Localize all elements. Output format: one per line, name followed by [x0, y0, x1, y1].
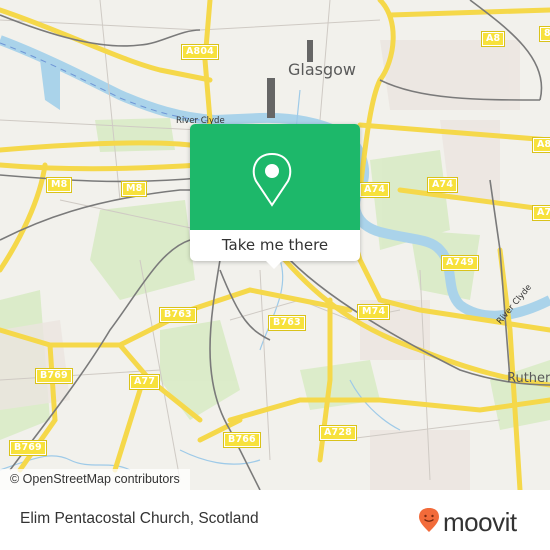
- road-label: A7: [531, 205, 550, 221]
- moovit-wordmark: moovit: [443, 507, 517, 537]
- road-label: M74: [356, 304, 391, 320]
- road-label: M8: [120, 181, 148, 197]
- road-label: A804: [181, 44, 219, 60]
- road: [112, 387, 143, 473]
- railway: [0, 174, 201, 183]
- park-area: [95, 118, 175, 152]
- road: [0, 162, 48, 273]
- road: [0, 162, 203, 172]
- road-label: M8: [45, 177, 73, 193]
- road-label: A8: [480, 31, 506, 47]
- road-label: B766: [223, 432, 261, 448]
- station: [267, 78, 275, 118]
- road-label: B769: [9, 440, 47, 456]
- road-label: A728: [319, 425, 357, 441]
- road-label: B763: [268, 315, 306, 331]
- place-name: Elim Pentacostal Church, Scotland: [20, 510, 259, 527]
- road-label: A8: [531, 137, 550, 153]
- map-attribution[interactable]: © OpenStreetMap contributors: [0, 469, 190, 490]
- road-label: A74: [358, 182, 391, 198]
- town-label: Ruther: [507, 371, 550, 386]
- popup-pointer: [265, 260, 283, 269]
- road: [387, 7, 550, 18]
- take-me-there-button[interactable]: Take me there: [190, 230, 360, 261]
- popup-header: [190, 124, 360, 230]
- city-label: Glasgow: [288, 60, 357, 79]
- road-label: B769: [35, 368, 73, 384]
- station: [307, 40, 313, 62]
- road-label: B763: [159, 307, 197, 323]
- railway: [489, 179, 511, 381]
- moovit-logo[interactable]: moovit: [418, 507, 517, 537]
- road-label: 8: [539, 26, 550, 42]
- location-popup: Take me there: [190, 124, 360, 269]
- road-label: A74: [426, 177, 459, 193]
- map-pin-icon: [252, 152, 298, 212]
- moovit-pin-icon: [418, 507, 440, 537]
- road-label: A77: [128, 374, 161, 390]
- railway: [219, 269, 271, 341]
- road-label: A749: [441, 255, 479, 271]
- park-area: [160, 320, 240, 420]
